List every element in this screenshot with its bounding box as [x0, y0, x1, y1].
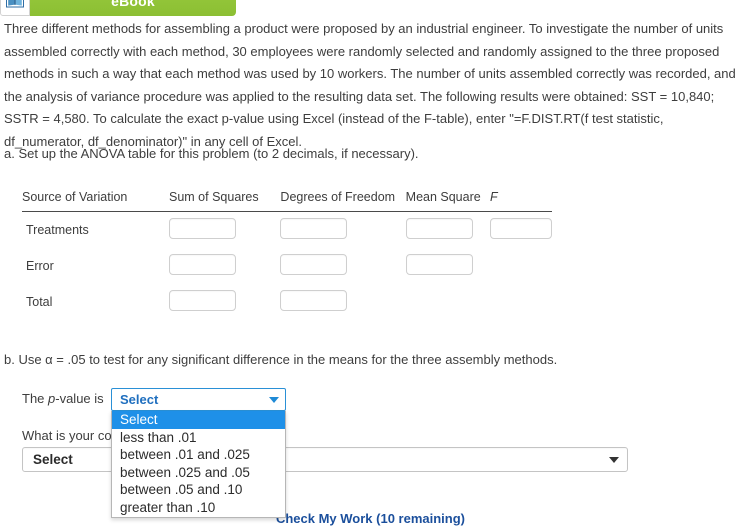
- input-error-sum-of-squares[interactable]: [169, 254, 236, 275]
- p-value-label-prefix: The: [22, 391, 49, 406]
- anova-table-head: Source of Variation Sum of Squares Degre…: [22, 190, 552, 212]
- cell-total-f-empty: [490, 284, 552, 320]
- p-value-option-4[interactable]: between .05 and .10: [112, 481, 285, 499]
- cell-treatments-df: [280, 212, 405, 249]
- cell-error-ss: [169, 248, 280, 284]
- input-total-sum-of-squares[interactable]: [169, 290, 236, 311]
- part-a-prompt: a. Set up the ANOVA table for this probl…: [4, 146, 419, 161]
- anova-table-wrapper: Source of Variation Sum of Squares Degre…: [22, 190, 552, 320]
- table-row: Error: [22, 248, 552, 284]
- header-degrees-of-freedom: Degrees of Freedom: [280, 190, 396, 204]
- p-value-label: The p-value is: [22, 391, 104, 406]
- row-label-treatments: Treatments: [26, 223, 89, 237]
- input-treatments-degrees-of-freedom[interactable]: [280, 218, 348, 239]
- cell-total-ms-empty: [406, 284, 490, 320]
- header-mean-square: Mean Square: [405, 190, 481, 204]
- input-treatments-f[interactable]: [489, 218, 552, 239]
- p-value-option-1[interactable]: less than .01: [112, 429, 285, 447]
- cell-treatments-ms: [405, 212, 490, 249]
- table-row: Total: [22, 284, 552, 320]
- row-label-total: Total: [26, 295, 53, 309]
- anova-header-row: Source of Variation Sum of Squares Degre…: [22, 190, 552, 212]
- cell-error-ms: [405, 248, 490, 284]
- cell-error-df: [280, 248, 405, 284]
- p-value-select-value: Select: [120, 392, 159, 407]
- input-error-mean-square[interactable]: [405, 254, 473, 275]
- p-value-option-2[interactable]: between .01 and .025: [112, 446, 285, 464]
- problem-statement: Three different methods for assembling a…: [4, 21, 736, 149]
- header-f-statistic: F: [489, 190, 498, 204]
- book-icon: [0, 0, 30, 16]
- ebook-button[interactable]: eBook: [30, 0, 236, 16]
- input-error-degrees-of-freedom[interactable]: [280, 254, 348, 275]
- p-value-options-list[interactable]: Select less than .01 between .01 and .02…: [111, 411, 286, 518]
- cell-total-ss: [169, 284, 280, 320]
- table-row: Treatments: [22, 212, 552, 249]
- row-label-error: Error: [26, 259, 54, 273]
- cell-total-df: [280, 284, 405, 320]
- chevron-down-icon: [269, 396, 279, 403]
- p-value-option-5[interactable]: greater than .10: [112, 499, 285, 517]
- cell-treatments-f: [489, 212, 552, 249]
- anova-table: Source of Variation Sum of Squares Degre…: [22, 190, 552, 320]
- chevron-down-icon: [609, 456, 619, 463]
- p-value-option-0[interactable]: Select: [112, 411, 285, 429]
- p-value-option-3[interactable]: between .025 and .05: [112, 464, 285, 482]
- cell-treatments-ss: [169, 212, 280, 249]
- part-b-prompt: b. Use α = .05 to test for any significa…: [4, 352, 558, 367]
- input-treatments-mean-square[interactable]: [405, 218, 473, 239]
- header-sum-of-squares: Sum of Squares: [169, 190, 259, 204]
- p-value-select[interactable]: Select: [111, 388, 286, 411]
- ebook-toolbar: eBook: [0, 0, 236, 16]
- header-source-of-variation: Source of Variation: [22, 190, 128, 204]
- anova-table-body: Treatments Error Total: [22, 212, 552, 321]
- input-treatments-sum-of-squares[interactable]: [169, 218, 236, 239]
- input-total-degrees-of-freedom[interactable]: [280, 290, 348, 311]
- cell-error-f-empty: [490, 248, 552, 284]
- p-value-label-suffix: -value is: [55, 391, 104, 406]
